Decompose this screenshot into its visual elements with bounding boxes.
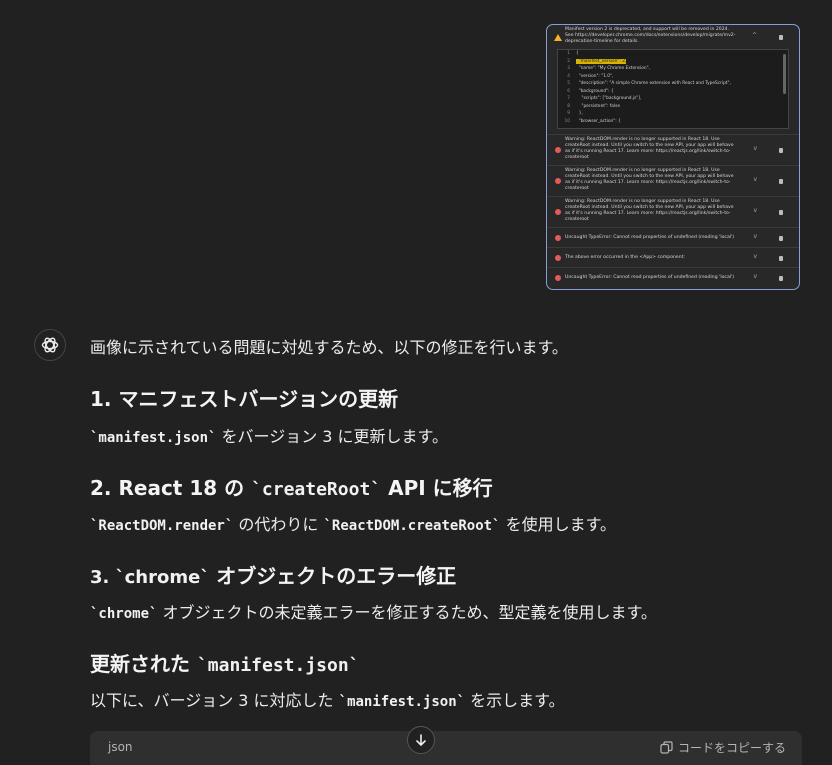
error-icon xyxy=(555,235,561,241)
inline-code: `manifest.json` xyxy=(196,655,360,676)
copy-code-button[interactable]: コードをコピーする xyxy=(660,739,786,756)
error-icon xyxy=(555,255,561,261)
error-icon xyxy=(555,178,561,184)
error-text: Uncaught TypeError: Cannot read properti… xyxy=(565,235,735,240)
inline-code: `manifest.json` xyxy=(90,430,217,446)
code-line: 3 "name": "My Chrome Extension", xyxy=(567,66,650,71)
trash-icon xyxy=(779,256,783,261)
paragraph-updated-manifest: 以下に、バージョン 3 に対応した `manifest.json` を示します。 xyxy=(90,691,565,710)
code-line: 2 "manifest_version": 2, xyxy=(567,58,627,64)
error-row: Uncaught TypeError: Cannot read properti… xyxy=(547,228,799,248)
error-row: Warning: ReactDOM.render is no longer su… xyxy=(547,135,799,166)
inline-code: `ReactDOM.createRoot` xyxy=(323,518,501,534)
inline-code: `ReactDOM.render` xyxy=(90,518,234,534)
trash-icon xyxy=(779,276,783,281)
manifest-warning-row: Manifest version 2 is deprecated, and su… xyxy=(547,25,799,135)
inline-code: `chrome` xyxy=(90,606,158,622)
error-row: The above error occurred in the <App> co… xyxy=(547,248,799,268)
error-icon xyxy=(555,147,561,153)
paragraph-chrome-object: `chrome` オブジェクトの未定義エラーを修正するため、型定義を使用します。 xyxy=(90,603,657,622)
chevron-down-icon: v xyxy=(753,207,757,214)
code-block-header: json コードをコピーする xyxy=(90,731,802,765)
heading-updated-manifest: 更新された `manifest.json` xyxy=(90,652,360,676)
intro-text: 画像に示されている問題に対処するため、以下の修正を行います。 xyxy=(90,338,568,357)
chevron-down-icon: v xyxy=(753,233,757,240)
heading-manifest-version: 1. マニフェストバージョンの更新 xyxy=(90,387,399,411)
inline-code: `createRoot` xyxy=(251,479,382,500)
chevron-down-icon: v xyxy=(753,273,757,280)
heading-chrome-object: 3. `chrome` オブジェクトのエラー修正 xyxy=(90,564,457,588)
error-text: Warning: ReactDOM.render is no longer su… xyxy=(565,199,734,222)
code-line: 8 "persistent": false xyxy=(567,103,620,109)
arrow-down-icon xyxy=(416,734,426,746)
error-text: Uncaught TypeError: Cannot read properti… xyxy=(565,275,735,280)
trash-icon xyxy=(779,210,783,215)
trash-icon xyxy=(779,236,783,241)
code-scrollbar xyxy=(783,54,786,94)
chevron-up-icon: ^ xyxy=(751,32,757,39)
highlighted-manifest-version: "manifest_version": 2, xyxy=(576,58,627,64)
error-row: Uncaught TypeError: Cannot read properti… xyxy=(547,268,799,289)
assistant-avatar xyxy=(34,329,66,361)
code-line: 6 "background": { xyxy=(567,88,614,94)
heading-create-root: 2. React 18 の `createRoot` API に移行 xyxy=(90,476,493,500)
error-text: The above error occurred in the <App> co… xyxy=(565,255,686,260)
openai-logo-icon xyxy=(41,337,59,353)
code-language-label: json xyxy=(108,740,133,754)
error-text: Warning: ReactDOM.render is no longer su… xyxy=(565,137,734,160)
scroll-to-bottom-button[interactable] xyxy=(407,726,435,754)
manifest-code-preview: 1{ 2 "manifest_version": 2, 3 "name": "M… xyxy=(557,49,789,129)
chevron-down-icon: v xyxy=(753,176,757,183)
warning-text: Manifest version 2 is deprecated, and su… xyxy=(565,27,736,44)
copy-code-label: コードをコピーする xyxy=(677,741,786,755)
code-line: 7 "scripts": ["background.js"], xyxy=(567,96,642,101)
error-row: Warning: ReactDOM.render is no longer su… xyxy=(547,166,799,197)
trash-icon xyxy=(779,35,783,40)
code-line: 4 "version": "1.0", xyxy=(567,73,614,79)
error-icon xyxy=(555,209,561,215)
error-icon xyxy=(555,275,561,281)
paragraph-create-root: `ReactDOM.render` の代わりに `ReactDOM.create… xyxy=(90,515,616,534)
warning-icon xyxy=(554,34,562,41)
chevron-down-icon: v xyxy=(753,253,757,260)
trash-icon xyxy=(779,148,783,153)
code-line: 1{ xyxy=(567,51,579,56)
trash-icon xyxy=(779,179,783,184)
copy-icon xyxy=(660,741,673,754)
error-text: Warning: ReactDOM.render is no longer su… xyxy=(565,168,734,191)
paragraph-manifest: `manifest.json` をバージョン 3 に更新します。 xyxy=(90,427,448,446)
chevron-down-icon: v xyxy=(753,145,757,152)
attached-image[interactable]: Manifest version 2 is deprecated, and su… xyxy=(546,24,800,290)
code-line: 10 "browser_action": { xyxy=(564,118,621,124)
inline-code: `manifest.json` xyxy=(338,694,466,710)
error-row: Warning: ReactDOM.render is no longer su… xyxy=(547,197,799,228)
code-line: 9 }, xyxy=(567,111,583,116)
code-line: 5 "description": "A simple Chrome extens… xyxy=(567,81,731,86)
